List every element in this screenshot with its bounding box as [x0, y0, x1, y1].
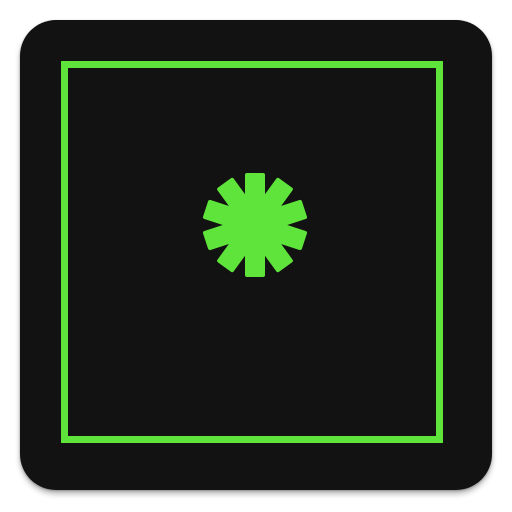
app-icon-canvas: [0, 0, 512, 512]
asterisk-icon: [202, 173, 308, 277]
